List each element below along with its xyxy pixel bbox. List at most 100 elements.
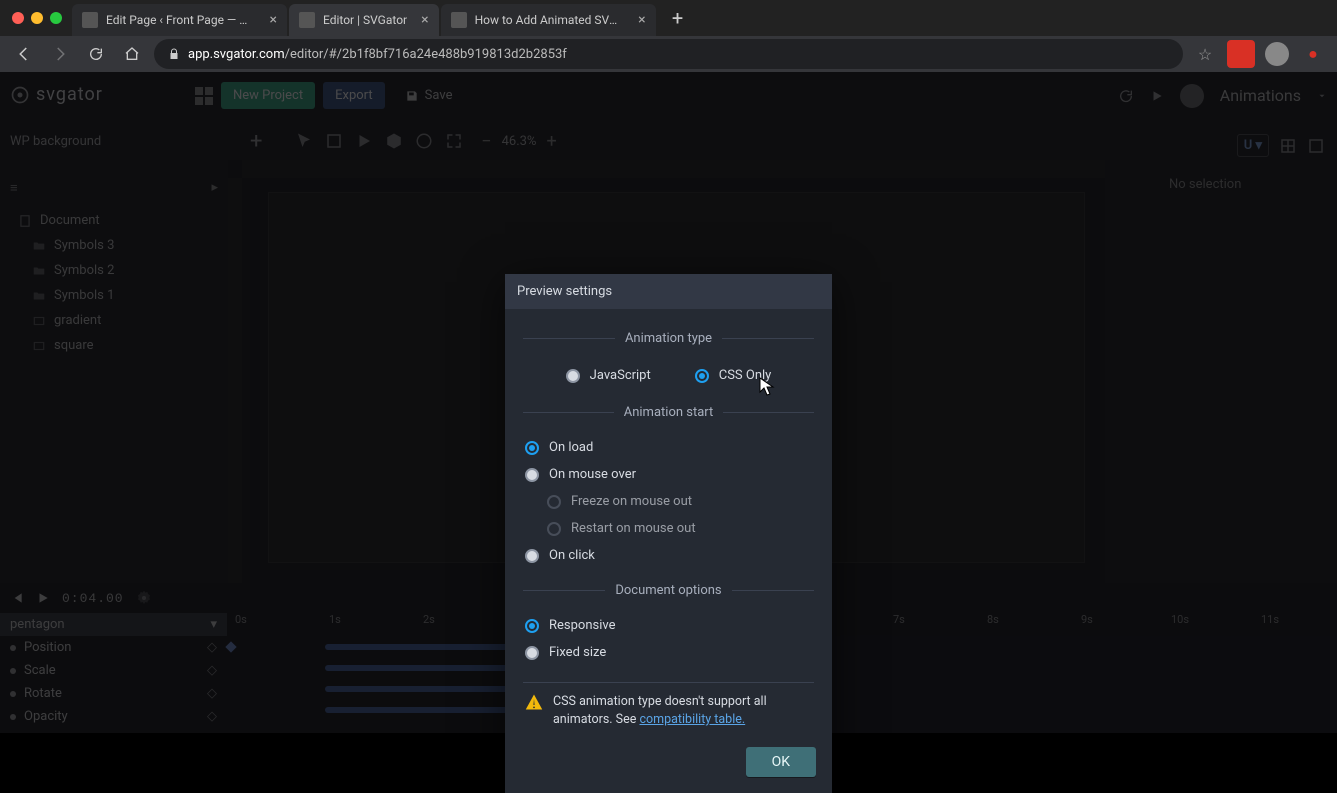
snap-icon[interactable] [1307,137,1325,155]
refresh-icon[interactable] [1118,88,1134,104]
new-tab-button[interactable]: + [664,4,692,32]
preview-settings-dialog: Preview settings Animation type JavaScri… [505,274,832,793]
play-tool-icon[interactable] [355,132,373,150]
tree-item[interactable]: gradient [10,308,218,333]
timeline-track[interactable]: Opacity◇ [0,705,227,728]
expand-icon[interactable] [445,132,463,150]
close-tab-icon[interactable]: × [421,12,428,28]
address-bar[interactable]: app.svgator.com/editor/#/2b1f8bf716a24e4… [154,39,1183,69]
zoom-out-button[interactable]: − [481,131,491,152]
cube-icon[interactable] [385,132,403,150]
panel-toggle-icon[interactable]: ≡ [10,180,18,196]
compatibility-link[interactable]: compatibility table. [639,712,745,727]
reload-button[interactable] [82,40,110,68]
tab-svgator[interactable]: Editor | SVGator × [289,4,439,36]
save-button[interactable]: Save [393,82,465,109]
radio-javascript[interactable]: JavaScript [564,362,653,389]
tab-wordpress[interactable]: Edit Page ‹ Front Page — WordP × [72,4,287,36]
url-text: app.svgator.com/editor/#/2b1f8bf716a24e4… [188,47,567,62]
ok-button[interactable]: OK [746,747,816,777]
radio-icon [525,646,539,660]
pointer-icon[interactable] [295,132,313,150]
minimize-window-icon[interactable] [31,12,43,24]
radio-responsive[interactable]: Responsive [523,612,814,639]
animations-dropdown[interactable]: Animations [1220,86,1301,105]
radio-label: Fixed size [549,645,606,660]
skip-start-icon[interactable] [10,591,24,605]
transform-icon[interactable] [325,132,343,150]
favicon-icon [451,12,467,28]
radio-label: On mouse over [549,467,636,482]
profile-avatar[interactable] [1263,40,1291,68]
tree-label: Symbols 1 [54,288,114,303]
close-tab-icon[interactable]: × [638,12,645,28]
track-label: pentagon [10,617,65,632]
radio-restart-mouse-out[interactable]: Restart on mouse out [523,515,814,542]
timeline-track[interactable]: Position◇ [0,636,227,659]
track-label: Scale [24,663,56,678]
warning-icon [525,693,543,729]
units-dropdown[interactable]: U ▾ [1237,134,1269,157]
zoom-value[interactable]: 46.3% [502,134,537,149]
radio-css-only[interactable]: CSS Only [693,362,774,389]
panel-collapse-icon[interactable]: ▸ [211,180,218,196]
forward-button[interactable] [46,40,74,68]
export-button[interactable]: Export [323,82,385,109]
dialog-title: Preview settings [505,274,832,309]
track-label: Position [24,640,71,655]
play-icon[interactable] [1150,89,1164,103]
close-tab-icon[interactable]: × [270,12,277,28]
tree-label: Symbols 3 [54,238,114,253]
radio-on-mouse-over[interactable]: On mouse over [523,461,814,488]
project-title: WP background [8,134,101,149]
radio-label: CSS Only [719,368,772,383]
favicon-icon [299,12,315,28]
app-logo: svgator [10,84,103,105]
maximize-window-icon[interactable] [50,12,62,24]
apps-grid-icon[interactable] [195,87,213,105]
zoom-in-button[interactable]: + [546,131,556,152]
extension-icon[interactable] [1227,40,1255,68]
globe-icon[interactable] [415,132,433,150]
radio-label: Restart on mouse out [571,521,696,536]
radio-fixed-size[interactable]: Fixed size [523,639,814,666]
tab-label: Editor | SVGator [323,13,407,27]
tree-item[interactable]: Symbols 2 [10,258,218,283]
extension-badge-icon[interactable]: ● [1299,40,1327,68]
radio-on-load[interactable]: On load [523,434,814,461]
timeline-track[interactable]: Scale◇ [0,659,227,682]
radio-on-click[interactable]: On click [523,542,814,569]
close-window-icon[interactable] [12,12,24,24]
new-project-button[interactable]: New Project [221,82,315,109]
tree-item[interactable]: Symbols 3 [10,233,218,258]
radio-icon [547,522,561,536]
bookmark-star-icon[interactable]: ☆ [1191,40,1219,68]
gear-icon[interactable] [136,590,152,606]
timeline-group[interactable]: pentagon▾ [0,613,227,636]
timeline-track[interactable]: Rotate◇ [0,682,227,705]
radio-icon [525,441,539,455]
tree-label: Symbols 2 [54,263,114,278]
track-label: Rotate [24,686,62,701]
play-timeline-icon[interactable] [36,591,50,605]
radio-icon [547,495,561,509]
add-layer-button[interactable]: + [241,126,271,156]
tree-item[interactable]: Symbols 1 [10,283,218,308]
tab-howto[interactable]: How to Add Animated SVG to W × [441,4,656,36]
radio-freeze-mouse-out[interactable]: Freeze on mouse out [523,488,814,515]
tree-root[interactable]: Document [10,208,218,233]
folder-icon [32,264,46,278]
section-animation-type: Animation type [625,331,712,346]
section-document-options: Document options [615,583,721,598]
radio-label: On click [549,548,595,563]
home-button[interactable] [118,40,146,68]
radio-label: On load [549,440,593,455]
grid-icon[interactable] [1279,137,1297,155]
tree-item[interactable]: square [10,333,218,358]
window-controls [8,12,70,24]
radio-icon [525,619,539,633]
user-avatar[interactable] [1180,84,1204,108]
timeline-time: 0:04.00 [62,591,124,606]
back-button[interactable] [10,40,38,68]
radio-label: Responsive [549,618,616,633]
